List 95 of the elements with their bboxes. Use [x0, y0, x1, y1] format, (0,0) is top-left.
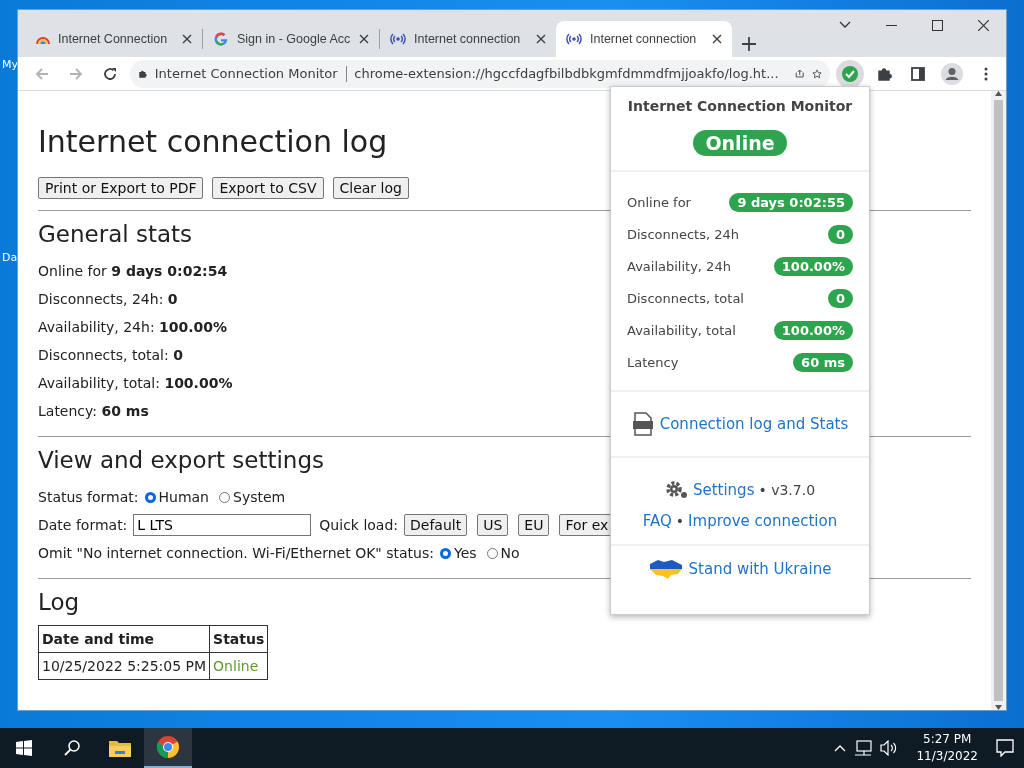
notification-icon[interactable] — [996, 739, 1014, 757]
puzzle-icon[interactable] — [876, 65, 892, 82]
improve-link[interactable]: Improve connection — [688, 512, 838, 530]
g-logo-icon — [213, 31, 229, 47]
column-header: Status — [209, 625, 268, 653]
radio-button[interactable] — [439, 547, 451, 559]
close-icon[interactable] — [977, 19, 989, 31]
date-format-field[interactable]: L LTS — [133, 514, 312, 536]
browser-tab[interactable]: Sign in - Google Acc — [203, 21, 379, 57]
close-icon[interactable] — [536, 34, 546, 44]
minimize-icon[interactable] — [885, 24, 897, 26]
radio-button[interactable] — [219, 491, 230, 503]
chrome-icon[interactable] — [156, 735, 180, 759]
network-icon[interactable] — [854, 740, 873, 756]
ukraine-link[interactable]: Stand with Ukraine — [688, 560, 832, 578]
signal-waves-icon — [566, 32, 582, 46]
section-heading: Log — [38, 589, 80, 615]
stat-label: Latency — [627, 354, 679, 370]
separator-dot: • — [675, 513, 685, 529]
status-badge: Online — [693, 130, 787, 156]
field-label: Omit "No internet connection. Wi-Fi/Ethernet OK" status: — [38, 545, 434, 561]
clock-time[interactable]: 5:27 PM — [923, 731, 972, 748]
new-tab-icon[interactable] — [742, 37, 756, 51]
close-icon[interactable] — [712, 34, 722, 44]
stat-label: Online for — [627, 194, 691, 210]
radio-label[interactable]: Yes — [453, 545, 477, 561]
stat-value: 60 ms — [793, 352, 853, 372]
action-button[interactable]: Export to CSV — [212, 177, 324, 199]
log-file-icon — [631, 412, 654, 436]
radio-label[interactable]: No — [500, 545, 520, 561]
close-icon[interactable] — [359, 34, 369, 44]
field-label: Quick load: — [319, 517, 399, 533]
version-text: • v3.7.0 — [758, 482, 816, 498]
maximize-icon[interactable] — [931, 19, 943, 31]
scrollbar[interactable] — [991, 91, 1006, 710]
table-cell: Online — [209, 652, 268, 680]
browser-tab[interactable]: Internet connection — [556, 21, 732, 57]
stat-line: Online for 9 days 0:02:54 — [38, 262, 228, 281]
side-panel-icon[interactable] — [911, 66, 925, 81]
site-label: Internet Connection Monitor — [154, 66, 338, 81]
stat-label: Availability, 24h — [627, 258, 731, 274]
address-bar[interactable]: Internet Connection Monitor chrome-extension://hgccfdagfbilbdbkgmfdmmdfmjjoakfo/log.ht... — [130, 59, 830, 88]
action-button[interactable]: Clear log — [332, 177, 409, 199]
table-cell: 10/25/2022 5:25:05 PM — [38, 652, 210, 680]
reload-icon[interactable] — [103, 66, 117, 81]
map-icon — [648, 558, 683, 580]
stat-label: Disconnects, 24h — [627, 226, 740, 242]
stat-value: 0 — [827, 288, 853, 308]
preset-button[interactable]: EU — [518, 514, 550, 536]
stat-line: Availability, 24h: 100.00% — [38, 318, 228, 337]
preset-button[interactable]: US — [477, 514, 509, 536]
field-label: Status format: — [38, 489, 139, 505]
settings-link[interactable]: Settings — [692, 481, 755, 499]
stat-label: Availability, total — [627, 322, 736, 338]
windows-start-icon[interactable] — [16, 740, 32, 756]
clock-date[interactable]: 11/3/2022 — [916, 748, 978, 765]
stat-value: 100.00% — [773, 320, 853, 340]
url-text: chrome-extension://hgccfdagfbilbdbkgmfdmmdfmjjoakfo/log.ht... — [354, 66, 779, 81]
radio-label[interactable]: System — [233, 489, 286, 505]
section-heading: View and export settings — [38, 447, 324, 473]
speaker-icon[interactable] — [880, 740, 899, 756]
column-header: Date and time — [38, 625, 210, 653]
check-circle-icon[interactable] — [841, 64, 859, 83]
stat-value: 0 — [827, 224, 853, 244]
section-heading: General stats — [38, 221, 193, 247]
radio-label[interactable]: Human — [158, 489, 209, 505]
popup-title: Internet Connection Monitor — [626, 97, 854, 114]
search-icon[interactable] — [64, 740, 80, 756]
radio-button[interactable] — [144, 491, 156, 503]
stat-line: Disconnects, 24h: 0 — [38, 290, 178, 309]
page-title: Internet connection log — [38, 124, 388, 159]
radio-button[interactable] — [486, 547, 498, 559]
stat-line: Availability, total: 100.00% — [38, 374, 233, 393]
browser-tab[interactable]: Internet connection — [380, 21, 556, 57]
chevron-up-icon[interactable] — [834, 744, 847, 752]
signal-waves-icon — [390, 32, 406, 46]
stat-value: 9 days 0:02:55 — [729, 192, 853, 212]
scroll-up-icon[interactable] — [995, 91, 1002, 96]
folder-icon[interactable] — [109, 739, 131, 757]
stat-line: Latency: 60 ms — [38, 402, 149, 421]
settings-icon[interactable] — [664, 480, 689, 500]
menu-icon[interactable] — [984, 66, 988, 81]
log-link[interactable]: Connection log and Stats — [659, 415, 849, 433]
stat-label: Disconnects, total — [627, 290, 744, 306]
faq-link[interactable]: FAQ — [642, 512, 672, 530]
profile-icon[interactable] — [941, 62, 963, 85]
chevron-down-icon[interactable] — [839, 21, 851, 29]
stat-value: 100.00% — [773, 256, 853, 276]
field-label: Date format: — [38, 517, 128, 533]
action-button[interactable]: Print or Export to PDF — [38, 177, 204, 199]
stat-line: Disconnects, total: 0 — [38, 346, 183, 365]
close-icon[interactable] — [182, 34, 192, 44]
scroll-down-icon[interactable] — [995, 705, 1002, 710]
browser-tab[interactable]: Internet Connection — [26, 21, 202, 57]
preset-button[interactable]: Default — [404, 514, 468, 536]
